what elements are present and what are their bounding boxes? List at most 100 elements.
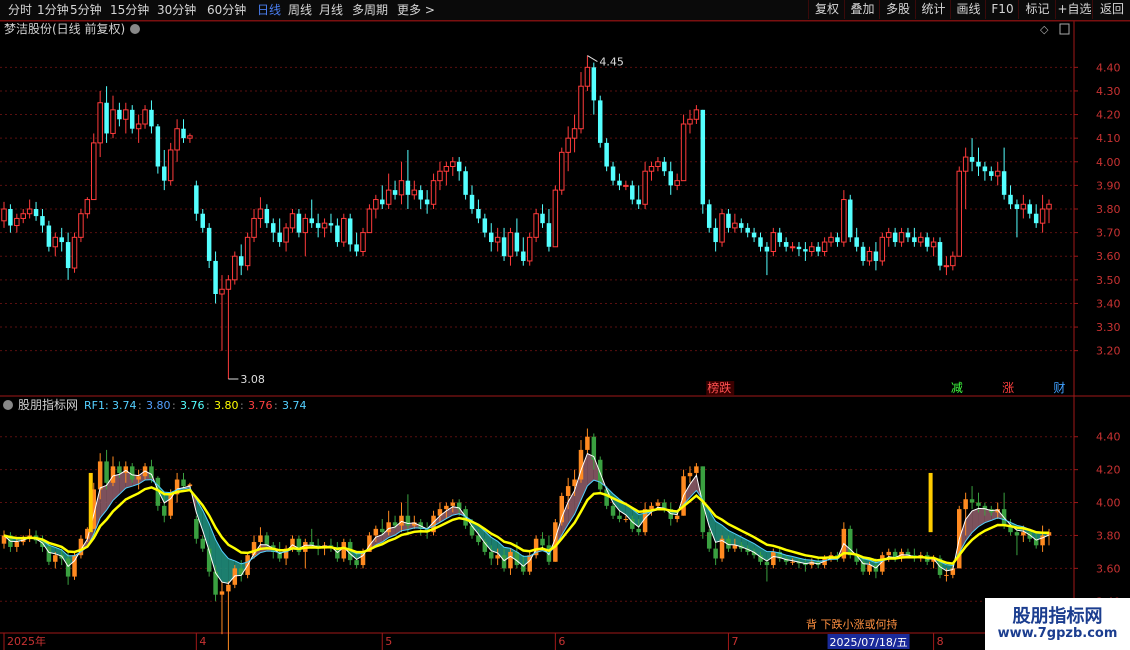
ind-bar-body-41 xyxy=(264,535,270,546)
toolbar-action-3[interactable]: 统计 xyxy=(915,0,951,19)
candle-body-78 xyxy=(501,237,507,257)
annotation-label-0: 4.45 xyxy=(599,56,624,69)
toolbar-action-8[interactable]: 返回 xyxy=(1092,0,1130,19)
candle-body-129 xyxy=(828,236,834,243)
panel-toggle-icon xyxy=(1059,23,1070,35)
toolbar-action-5[interactable]: F10 xyxy=(985,0,1019,19)
ind-legend-value-3: 3.80 xyxy=(214,399,239,412)
period-tab-10[interactable]: 更多 > xyxy=(397,2,435,18)
candle-body-4 xyxy=(26,208,33,215)
ind-legend-value-5: 3.74 xyxy=(282,399,307,412)
ind-bar-body-2 xyxy=(14,542,20,547)
candle-body-149 xyxy=(956,170,962,257)
toolbar-action-2[interactable]: 多股 xyxy=(879,0,916,19)
candle-body-117 xyxy=(751,232,757,238)
candle-body-109 xyxy=(700,109,706,205)
period-tab-7[interactable]: 周线 xyxy=(288,2,312,18)
toolbar-action-7[interactable]: +自选 xyxy=(1055,0,1093,19)
candle-body-72 xyxy=(463,171,468,195)
period-tab-9[interactable]: 多周期 xyxy=(352,2,388,18)
candle-body-37 xyxy=(238,256,244,266)
signal-bar-0 xyxy=(88,472,93,533)
candle-body-156 xyxy=(1001,171,1007,195)
fast-line xyxy=(3,452,1050,585)
candle-body-31 xyxy=(200,213,205,228)
toolbar-action-1[interactable]: 叠加 xyxy=(844,0,880,19)
candle-body-53 xyxy=(341,217,347,243)
ind-bar-body-147 xyxy=(944,574,949,576)
candle-body-7 xyxy=(46,225,52,247)
candle-body-66 xyxy=(424,199,430,205)
candle-body-76 xyxy=(488,232,494,243)
candle-body-73 xyxy=(469,194,475,209)
candle-body-60 xyxy=(385,189,392,205)
candle-body-51 xyxy=(328,223,334,226)
event-marker-2: 涨 xyxy=(1002,380,1014,395)
candle-body-74 xyxy=(476,209,481,219)
candles xyxy=(1,55,1052,379)
period-tab-2[interactable]: 5分钟 xyxy=(70,2,102,18)
signal-bar-1 xyxy=(928,472,933,533)
ind-bar-body-25 xyxy=(162,505,167,516)
ind-tick-label-4: 3.60 xyxy=(1096,562,1121,575)
period-tab-5[interactable]: 60分钟 xyxy=(207,2,246,18)
candle-body-126 xyxy=(809,246,815,252)
candle-body-59 xyxy=(380,199,385,205)
candle-body-36 xyxy=(232,255,238,281)
main-tick-label-9: 3.50 xyxy=(1096,274,1121,287)
period-tab-0[interactable]: 分时 xyxy=(8,2,32,18)
candle-body-21 xyxy=(135,123,142,130)
candle-body-91 xyxy=(584,66,591,87)
candle-body-42 xyxy=(271,223,276,233)
candle-body-70 xyxy=(450,161,456,167)
chart-area: 4.40 4.30 4.20 4.10 4.00 3.90 3.80 3.70 3.60 3.50… xyxy=(0,21,1130,650)
event-marker-1: 减 xyxy=(951,381,963,395)
ind-bar-body-62 xyxy=(399,515,404,526)
candle-body-3 xyxy=(20,213,26,219)
ind-bar-body-76 xyxy=(488,551,494,559)
period-tab-8[interactable]: 月线 xyxy=(319,2,343,18)
ind-bar-body-151 xyxy=(969,499,975,503)
candle-body-100 xyxy=(642,170,648,205)
candle-body-92 xyxy=(591,67,597,101)
candle-body-79 xyxy=(507,232,514,257)
candle-body-154 xyxy=(989,171,994,176)
candle-body-105 xyxy=(674,180,680,186)
ind-legend-prefix: RF1: xyxy=(84,399,109,412)
ind-bar-body-34 xyxy=(219,591,225,595)
ind-legend-sep-1: : xyxy=(172,399,176,412)
candle-body-0 xyxy=(1,208,7,222)
candle-body-85 xyxy=(546,223,552,247)
main-tick-label-3: 4.10 xyxy=(1096,132,1121,145)
candle-body-46 xyxy=(296,213,302,233)
ind-bar-body-59 xyxy=(380,528,385,533)
candle-body-119 xyxy=(764,246,770,252)
ind-legend-value-4: 3.76 xyxy=(248,399,273,412)
ind-bar-body-99 xyxy=(636,528,641,533)
candle-body-146 xyxy=(937,242,943,266)
diamond-icon: ◇ xyxy=(1040,23,1049,36)
candle-body-115 xyxy=(739,223,744,228)
candle-body-130 xyxy=(835,237,840,243)
period-tab-4[interactable]: 30分钟 xyxy=(157,2,196,18)
period-tab-6[interactable]: 日线 xyxy=(257,2,281,18)
ind-tick-label-2: 4.00 xyxy=(1096,497,1121,510)
candle-body-65 xyxy=(418,190,423,200)
candle-body-153 xyxy=(982,166,988,172)
candle-body-99 xyxy=(636,199,641,205)
toolbar-action-4[interactable]: 画线 xyxy=(950,0,986,19)
candle-body-18 xyxy=(117,109,122,120)
toolbar-action-0[interactable]: 复权 xyxy=(808,0,845,19)
indicator-bars xyxy=(1,428,1052,650)
candle-body-17 xyxy=(110,109,116,134)
ind-bar-body-135 xyxy=(867,565,872,572)
main-tick-label-10: 3.40 xyxy=(1096,297,1121,310)
ind-title-dropdown-icon xyxy=(3,400,13,410)
ind-bar-body-77 xyxy=(495,555,500,559)
annotation-arrow-0 xyxy=(587,55,598,62)
candle-body-118 xyxy=(758,237,763,247)
toolbar-action-6[interactable]: 标记 xyxy=(1018,0,1056,19)
period-tab-3[interactable]: 15分钟 xyxy=(110,2,149,18)
period-tab-1[interactable]: 1分钟 xyxy=(37,2,69,18)
ind-bar-body-28 xyxy=(181,479,186,487)
